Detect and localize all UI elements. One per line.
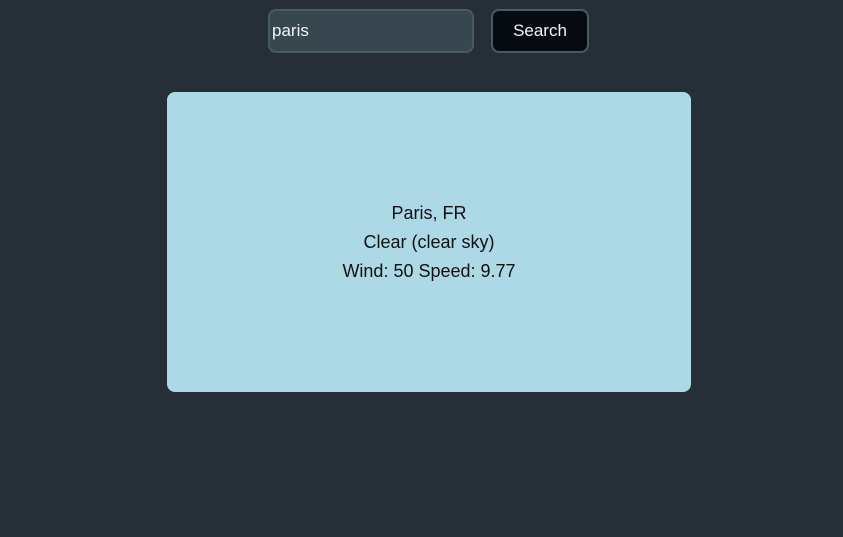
search-bar: Search [268, 9, 589, 53]
weather-location: Paris, FR [391, 202, 467, 223]
weather-card: Paris, FR Clear (clear sky) Wind: 50 Spe… [167, 92, 691, 392]
weather-wind: Wind: 50 Speed: 9.77 [342, 260, 516, 281]
weather-condition: Clear (clear sky) [363, 231, 495, 252]
search-input[interactable] [268, 9, 474, 53]
search-button[interactable]: Search [491, 9, 589, 53]
